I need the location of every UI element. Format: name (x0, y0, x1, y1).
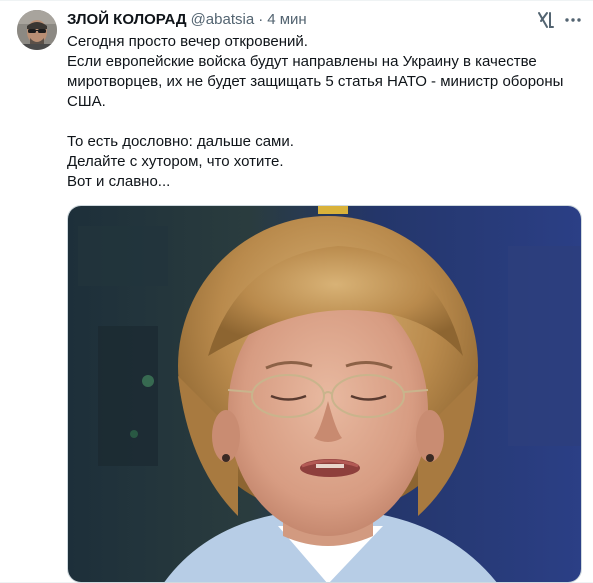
tweet-text-line: Если европейские войска будут направлены… (67, 53, 537, 70)
tweet-text-line: миротворцев, их не будет защищать 5 стат… (67, 73, 564, 90)
avatar[interactable] (17, 10, 57, 50)
tweet-header: ЗЛОЙ КОЛОРАД @abatsia · 4 мин (67, 10, 307, 30)
tweet-text-line: Делайте с хутором, что хотите. (67, 153, 284, 170)
more-options-icon[interactable] (563, 10, 583, 30)
tweet-text-line: США. (67, 93, 106, 110)
author-handle[interactable]: @abatsia (191, 10, 255, 30)
tweet-media-photo[interactable] (67, 205, 582, 583)
tweet[interactable]: ЗЛОЙ КОЛОРАД @abatsia · 4 мин Сегодня пр… (0, 0, 593, 583)
tweet-text-line (67, 112, 572, 132)
grok-icon[interactable] (536, 10, 556, 30)
author-display-name[interactable]: ЗЛОЙ КОЛОРАД (67, 10, 187, 30)
tweet-text-line: То есть дословно: дальше сами. (67, 133, 294, 150)
photo-image (68, 206, 581, 582)
tweet-text-line: Сегодня просто вечер откровений. (67, 33, 308, 50)
tweet-text: Сегодня просто вечер откровений. Если ев… (67, 32, 572, 192)
tweet-timestamp[interactable]: 4 мин (267, 10, 307, 30)
avatar-image (17, 10, 57, 50)
tweet-text-line: Вот и славно... (67, 173, 171, 190)
separator-dot: · (258, 11, 264, 28)
